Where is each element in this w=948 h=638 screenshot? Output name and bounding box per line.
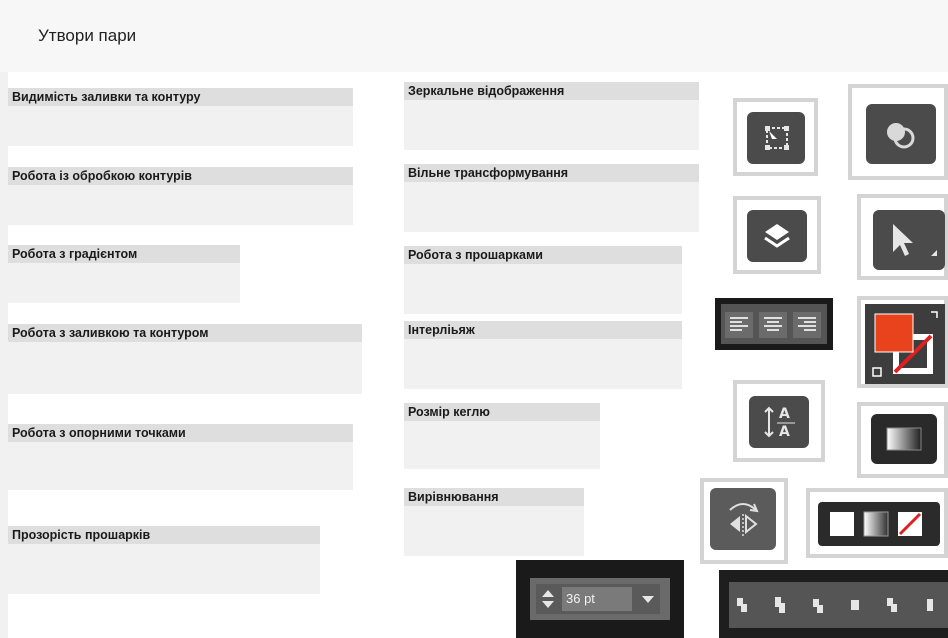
card-label: Інтерліьяж <box>404 321 682 339</box>
shape-builder-icon <box>866 104 936 164</box>
header-bar <box>0 0 948 72</box>
text-align-icon[interactable] <box>715 298 833 350</box>
tile-fill-stroke[interactable] <box>857 296 948 388</box>
card-label: Робота з прошарками <box>404 246 682 264</box>
card-label: Робота із обробкою контурів <box>8 167 353 185</box>
match-card[interactable]: Видимість заливки та контуру <box>8 88 353 146</box>
distribute-icon[interactable] <box>719 570 948 638</box>
left-strip <box>0 72 8 638</box>
card-label: Робота з опорними точками <box>8 424 353 442</box>
card-label: Зеркальне відображення <box>404 82 699 100</box>
font-size-stepper[interactable]: 36 pt <box>536 584 660 614</box>
tile-layers[interactable] <box>733 196 821 274</box>
match-card[interactable]: Робота з градієнтом <box>8 245 240 303</box>
tile-shape-builder[interactable] <box>848 84 948 180</box>
match-card[interactable]: Робота з заливкою та контуром <box>8 324 362 394</box>
svg-text:A: A <box>779 406 790 422</box>
match-card[interactable]: Вільне трансформування <box>404 164 699 232</box>
fill-stroke-icon <box>865 304 945 384</box>
color-gradient-none-icon <box>818 502 940 546</box>
card-label: Видимість заливки та контуру <box>8 88 353 106</box>
gradient-icon <box>871 414 937 464</box>
leading-icon: A A <box>749 396 809 448</box>
card-label: Вирівнювання <box>404 488 584 506</box>
free-transform-icon <box>747 112 805 164</box>
tile-leading[interactable]: A A <box>733 380 825 462</box>
font-size-tile[interactable]: 36 pt <box>516 560 684 638</box>
match-card[interactable]: Робота з опорними точками <box>8 424 353 490</box>
layers-icon <box>747 210 807 262</box>
direct-selection-icon <box>873 210 945 270</box>
match-card[interactable]: Розмір кеглю <box>404 403 600 469</box>
card-label: Робота з заливкою та контуром <box>8 324 362 342</box>
match-card[interactable]: Робота із обробкою контурів <box>8 167 353 225</box>
tile-color-mode[interactable] <box>806 488 948 558</box>
reflect-icon <box>710 488 776 550</box>
page-title: Утвори пари <box>38 26 137 45</box>
font-size-dropdown-icon[interactable] <box>638 588 658 610</box>
card-label: Прозорість прошарків <box>8 526 320 544</box>
card-label: Розмір кеглю <box>404 403 600 421</box>
font-size-value[interactable]: 36 pt <box>562 587 632 611</box>
match-card[interactable]: Прозорість прошарків <box>8 526 320 594</box>
tile-gradient[interactable] <box>857 402 948 478</box>
match-card[interactable]: Вирівнювання <box>404 488 584 556</box>
match-card[interactable]: Зеркальне відображення <box>404 82 699 150</box>
match-card[interactable]: Інтерліьяж <box>404 321 682 389</box>
card-label: Вільне трансформування <box>404 164 699 182</box>
tile-direct-selection[interactable] <box>857 194 948 280</box>
match-card[interactable]: Робота з прошарками <box>404 246 682 314</box>
svg-text:A: A <box>779 424 790 440</box>
tile-reflect[interactable] <box>700 478 788 564</box>
tile-free-transform[interactable] <box>733 98 818 176</box>
card-label: Робота з градієнтом <box>8 245 240 263</box>
